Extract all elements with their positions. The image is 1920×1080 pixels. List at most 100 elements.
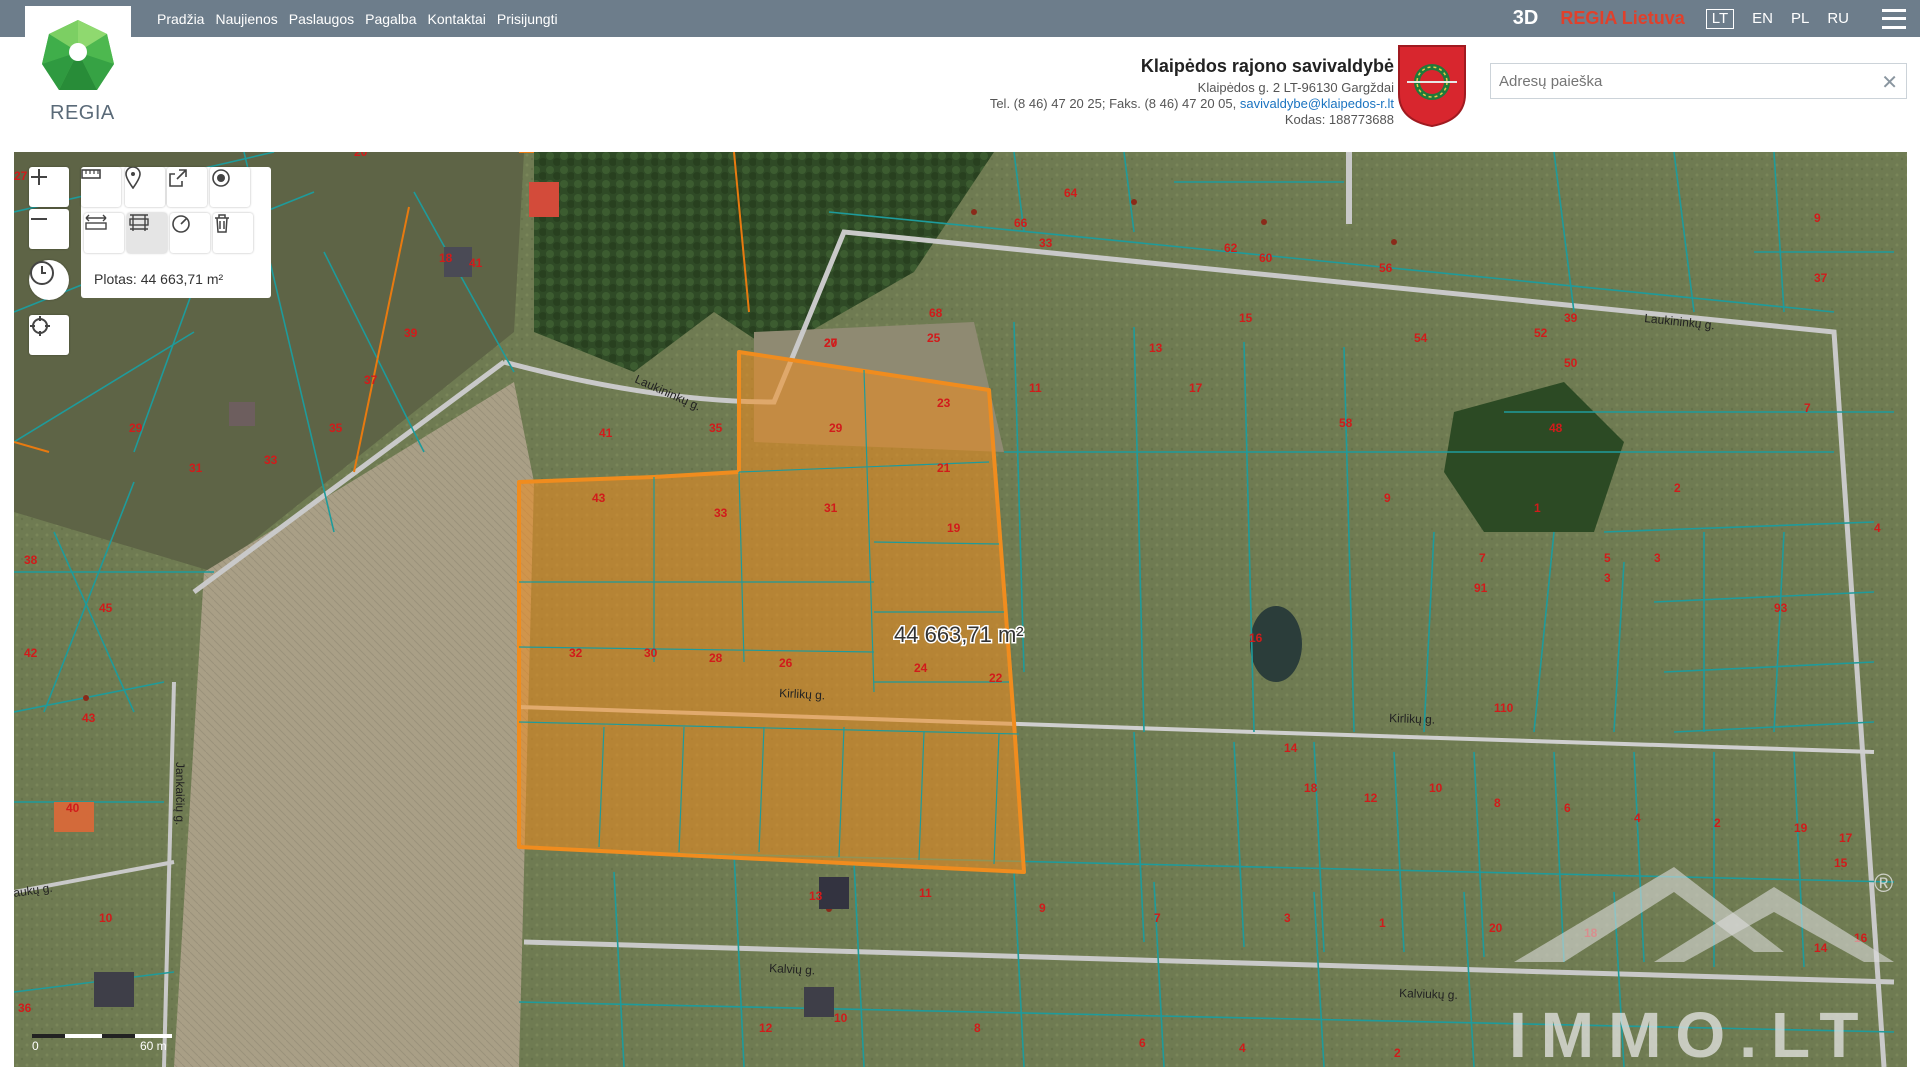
nav-kontaktai[interactable]: Kontaktai (428, 11, 486, 27)
parcel-label-110: 110 (1494, 701, 1514, 715)
search-input[interactable] (1491, 64, 1861, 98)
area-tool-button[interactable] (127, 213, 167, 253)
street-label-west: aukų g. (14, 881, 53, 900)
measure-result: Plotas: 44 663,71 m² (94, 271, 224, 287)
street-label-kirliku-2: Kirlikų g. (1389, 711, 1435, 727)
parcel-label-37: 37 (1814, 271, 1828, 285)
parcel-label-20: 20 (354, 152, 368, 159)
lang-lt[interactable]: LT (1705, 8, 1735, 29)
street-label-laukininku-2: Laukininkų g. (1644, 311, 1716, 332)
parcel-label-1: 1 (1379, 916, 1386, 930)
parcel-label-20: 20 (1489, 921, 1503, 935)
nav-naujienos[interactable]: Naujienos (215, 11, 277, 27)
parcel-label-2: 2 (1674, 481, 1681, 495)
scale-label-zero: 0 (32, 1039, 39, 1052)
parcel-label-7: 7 (1479, 551, 1486, 565)
parcel-label-3: 3 (1654, 551, 1661, 565)
measure-tool-button[interactable] (81, 167, 121, 207)
trash-icon (215, 214, 229, 233)
zoom-in-button[interactable] (29, 167, 69, 207)
nav-pradzia[interactable]: Pradžia (157, 11, 204, 27)
parcel-label-selected-24: 24 (914, 661, 928, 675)
parcel-label-10: 10 (99, 911, 113, 925)
lang-ru[interactable]: RU (1827, 10, 1849, 27)
menu-icon[interactable] (1882, 8, 1906, 29)
parcel-label-selected-33: 33 (714, 506, 728, 520)
parcel-label-14: 14 (1814, 941, 1828, 955)
parcel-label-selected-35: 35 (709, 421, 723, 435)
record-button[interactable] (210, 167, 250, 207)
parcel-label-60: 60 (1259, 251, 1273, 265)
parcel-label-10: 10 (834, 1011, 848, 1025)
parcel-label-31: 31 (189, 461, 203, 475)
lang-en[interactable]: EN (1752, 10, 1773, 27)
municipality-address: Klaipėdos g. 2 LT-96130 Gargždai (1197, 80, 1394, 95)
scale-bar: 0 60 m (32, 1034, 172, 1052)
map-labels: 27 2523211929313335414332 30 28 26 2422202018… (14, 152, 1894, 1067)
parcel-label-12: 12 (1364, 791, 1378, 805)
3d-button[interactable]: 3D (1513, 7, 1539, 30)
nav-paslaugos[interactable]: Paslaugos (289, 11, 354, 27)
parcel-label-selected-30: 30 (644, 646, 658, 660)
share-button[interactable] (167, 167, 207, 207)
parcel-label-2: 2 (1394, 1046, 1401, 1060)
municipality-name: Klaipėdos rajono savivaldybė (1140, 56, 1394, 76)
street-label-kalviu: Kalvių g. (769, 961, 816, 977)
parcel-label-selected-19: 19 (947, 521, 961, 535)
municipality-contacts: Tel. (8 46) 47 20 25; Faks. (8 46) 47 20… (990, 96, 1394, 112)
radius-tool-button[interactable] (170, 213, 210, 253)
municipality-email[interactable]: savivaldybe@klaipedos-r.lt (1240, 96, 1394, 111)
parcel-label-5: 5 (1604, 551, 1611, 565)
parcel-label-3: 3 (1284, 911, 1291, 925)
parcel-label-selected-26: 26 (779, 656, 793, 670)
parcel-label-52: 52 (1534, 326, 1548, 340)
parcel-label-36: 36 (18, 1001, 32, 1015)
minus-icon (31, 218, 47, 220)
parcel-label-29: 29 (129, 421, 143, 435)
watermark: IMMO.LT ® (1509, 867, 1894, 1067)
parcel-label-selected-21: 21 (937, 461, 951, 475)
parcel-label-6: 6 (1564, 801, 1571, 815)
parcel-label-9: 9 (1814, 211, 1821, 225)
parcel-label-16: 16 (1249, 631, 1263, 645)
top-bar: Pradžia Naujienos Paslaugos Pagalba Kont… (0, 0, 1920, 37)
nav-prisijungti[interactable]: Prisijungti (497, 11, 558, 27)
municipality-info: Klaipėdos rajono savivaldybė Klaipėdos g… (990, 56, 1394, 128)
street-label-laukininku-1: Laukininkų g. (633, 372, 703, 414)
delete-measure-button[interactable] (213, 213, 253, 253)
parcel-label-48: 48 (1549, 421, 1563, 435)
regia-lietuva-link[interactable]: REGIA Lietuva (1560, 8, 1684, 29)
zoom-out-button[interactable] (29, 209, 69, 249)
clear-search-icon[interactable]: ✕ (1881, 70, 1898, 95)
locate-button[interactable] (29, 315, 69, 355)
parcel-label-10: 10 (1429, 781, 1443, 795)
distance-tool-button[interactable] (84, 213, 124, 253)
marker-tool-button[interactable] (125, 167, 165, 207)
parcel-label-56: 56 (1379, 261, 1393, 275)
watermark-registered: ® (1874, 868, 1893, 898)
parcel-label-38: 38 (24, 553, 38, 567)
parcel-label-9: 9 (1039, 901, 1046, 915)
parcel-label-15: 15 (1834, 856, 1848, 870)
map-view[interactable]: 27 25 23 21 19 29 31 33 35 41 43 32 30 28 26 24 22 20 20 18… (14, 152, 1907, 1067)
parcel-label-1: 1 (1534, 501, 1541, 515)
distance-icon (85, 214, 107, 230)
parcel-label-7: 7 (1154, 911, 1161, 925)
parcel-label-selected-22: 22 (989, 671, 1003, 685)
lang-pl[interactable]: PL (1791, 10, 1809, 27)
history-button[interactable] (29, 260, 69, 300)
nav-pagalba[interactable]: Pagalba (365, 11, 416, 27)
parcel-label-45: 45 (99, 601, 113, 615)
parcel-label-7: 7 (1804, 401, 1811, 415)
address-search[interactable]: ✕ (1490, 63, 1907, 99)
street-label-kalviuku: Kalviukų g. (1399, 986, 1458, 1002)
ruler-icon (81, 169, 101, 179)
municipality-phone: Tel. (8 46) 47 20 25; Faks. (8 46) 47 20… (989, 96, 1237, 111)
parcel-label-58: 58 (1339, 416, 1353, 430)
parcel-label-19: 19 (1794, 821, 1808, 835)
parcel-label-18: 18 (1304, 781, 1318, 795)
parcel-label-42: 42 (24, 646, 38, 660)
watermark-text: IMMO.LT (1509, 999, 1872, 1067)
parcel-label-40: 40 (66, 801, 80, 815)
parcel-label-62: 62 (1224, 241, 1238, 255)
